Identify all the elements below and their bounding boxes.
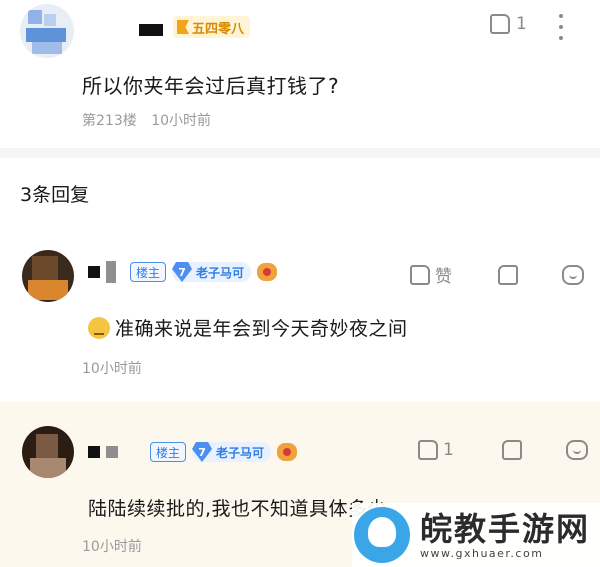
thumbs-down-icon[interactable] bbox=[498, 264, 518, 285]
reply-time: 10小时前 bbox=[82, 539, 142, 555]
level-badge: 五四零八 bbox=[173, 16, 251, 38]
watermark-title: 皖教手游网 bbox=[420, 509, 591, 548]
reply-icon[interactable] bbox=[562, 264, 584, 285]
reply-actions: 1 bbox=[418, 440, 588, 460]
more-options-icon[interactable] bbox=[556, 14, 566, 40]
thumbs-up-icon bbox=[410, 264, 430, 285]
emoji-icon bbox=[88, 316, 110, 339]
thumbs-up-icon bbox=[418, 440, 438, 460]
host-tag: 楼主 bbox=[150, 442, 187, 462]
avatar[interactable] bbox=[20, 4, 74, 58]
level-label: 五四零八 bbox=[192, 21, 245, 37]
level-gem-icon: 7 bbox=[172, 262, 193, 282]
reply-text: 陆陆续续批的,我也不知道具体多少 bbox=[88, 498, 388, 520]
post-meta: 第213楼 10小时前 bbox=[82, 110, 221, 130]
post-time: 10小时前 bbox=[151, 113, 212, 129]
thumbs-down-icon[interactable] bbox=[501, 440, 522, 460]
game-controller-icon bbox=[257, 263, 278, 281]
level-tag: 7 老子马可 bbox=[172, 262, 252, 282]
host-tag: 楼主 bbox=[130, 262, 167, 282]
watermark-url: www.gxhuaer.com bbox=[420, 546, 544, 560]
level-tag: 7 老子马可 bbox=[192, 442, 272, 462]
like-button[interactable]: 1 bbox=[418, 440, 454, 460]
reply-actions: 赞 bbox=[410, 262, 584, 287]
like-label: 赞 bbox=[435, 267, 452, 287]
level-name: 老子马可 bbox=[196, 265, 245, 280]
reply-author[interactable]: 楼主 7 老子马可 bbox=[88, 261, 278, 283]
like-button[interactable]: 赞 bbox=[410, 262, 452, 287]
username-redacted[interactable] bbox=[139, 24, 163, 36]
game-controller-icon bbox=[277, 443, 298, 461]
avatar[interactable] bbox=[22, 250, 74, 302]
username-redacted bbox=[106, 446, 118, 458]
reply-time: 10小时前 bbox=[82, 361, 142, 377]
like-count: 1 bbox=[516, 14, 527, 34]
reply-icon[interactable] bbox=[565, 440, 588, 460]
level-name: 老子马可 bbox=[216, 445, 265, 460]
floor-number: 第213楼 bbox=[82, 113, 137, 129]
reply-text-row: 准确来说是年会到今天奇妙夜之间 bbox=[88, 314, 408, 341]
section-divider bbox=[0, 148, 600, 158]
reply-text-row: 陆陆续续批的,我也不知道具体多少 bbox=[88, 494, 387, 521]
reply-item: 楼主 7 老子马可 赞 准确来说是年会到今天奇妙夜之间 10小时前 bbox=[0, 232, 600, 402]
post-text: 所以你夹年会过后真打钱了? bbox=[82, 74, 340, 98]
original-post: 五四零八 1 所以你夹年会过后真打钱了? 第213楼 10小时前 bbox=[0, 0, 600, 148]
level-flag-icon bbox=[177, 20, 189, 34]
octopus-logo-icon bbox=[354, 507, 410, 563]
reply-text: 准确来说是年会到今天奇妙夜之间 bbox=[115, 318, 408, 340]
replies-header: 3条回复 bbox=[20, 184, 90, 206]
like-count: 1 bbox=[443, 440, 454, 460]
thumbs-up-icon bbox=[490, 14, 510, 34]
like-button[interactable]: 1 bbox=[490, 14, 527, 34]
username-redacted bbox=[88, 266, 100, 278]
reply-author[interactable]: 楼主 7 老子马可 bbox=[88, 442, 298, 462]
username-redacted bbox=[88, 446, 100, 458]
site-watermark: 皖教手游网 www.gxhuaer.com bbox=[352, 503, 600, 567]
username-redacted bbox=[106, 261, 116, 283]
avatar[interactable] bbox=[22, 426, 74, 478]
level-gem-icon: 7 bbox=[192, 442, 213, 462]
